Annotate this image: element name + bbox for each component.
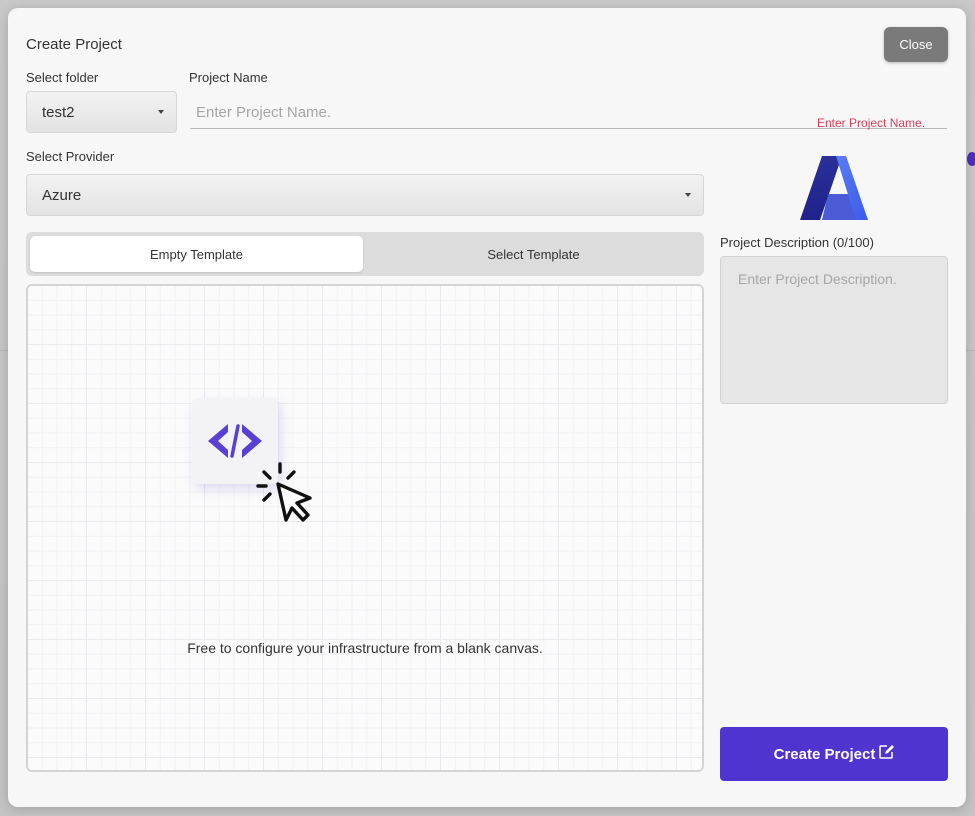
provider-select[interactable]: Azure [26, 174, 704, 216]
folder-label: Select folder [26, 70, 99, 85]
close-button[interactable]: Close [884, 27, 948, 62]
provider-select-value: Azure [42, 186, 82, 204]
blank-canvas-preview: Free to configure your infrastructure fr… [26, 284, 704, 772]
description-label: Project Description (0/100) [720, 235, 874, 250]
chevron-down-icon [158, 110, 164, 114]
azure-logo-icon [798, 154, 870, 227]
modal-title: Create Project [26, 36, 122, 53]
edit-note-icon [878, 744, 895, 764]
template-tabs: Empty Template Select Template [26, 232, 704, 276]
folder-select[interactable]: test2 [26, 91, 177, 133]
click-cursor-icon [256, 462, 320, 531]
canvas-caption: Free to configure your infrastructure fr… [187, 640, 543, 656]
provider-label: Select Provider [26, 149, 115, 164]
backdrop-indicator [967, 152, 975, 166]
create-project-modal: Create Project Close Select folder test2… [8, 8, 966, 807]
folder-select-value: test2 [42, 103, 75, 121]
tab-empty-template[interactable]: Empty Template [30, 236, 363, 272]
description-textarea[interactable]: Enter Project Description. [720, 256, 948, 404]
tab-select-template[interactable]: Select Template [367, 236, 700, 272]
project-name-error: Enter Project Name. [817, 116, 926, 130]
create-project-label: Create Project [773, 745, 876, 763]
project-name-label: Project Name [189, 70, 268, 85]
chevron-down-icon [685, 193, 691, 197]
create-project-button[interactable]: Create Project [720, 727, 948, 781]
